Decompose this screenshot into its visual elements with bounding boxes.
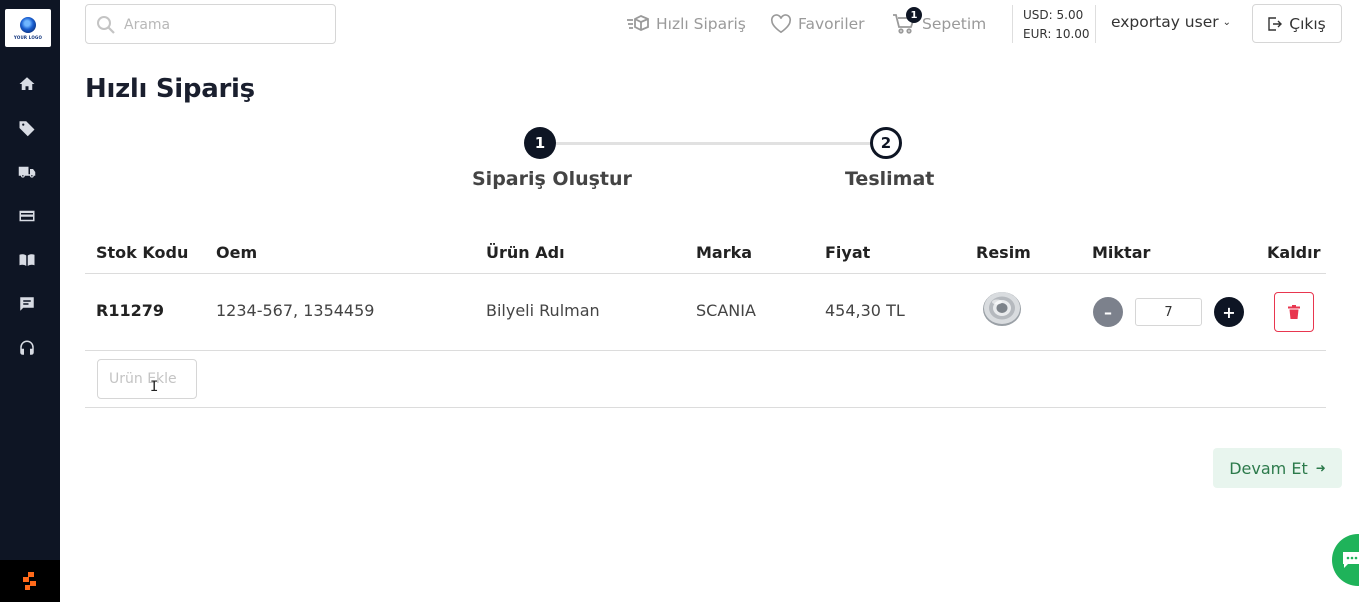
table-divider [85,350,1326,351]
step-1-number: 1 [524,127,556,159]
brand-mark-icon [23,572,36,590]
brand-logo[interactable]: YOUR LOGO [5,9,51,47]
header-divider [1012,5,1013,43]
quantity-decrease-button[interactable]: – [1093,297,1123,327]
row-price: 454,30 TL [825,301,905,320]
step-2-number: 2 [870,127,902,159]
col-remove: Kaldır [1267,243,1321,262]
col-brand: Marka [696,243,753,262]
add-product-input[interactable] [97,359,197,399]
row-brand: SCANIA [696,301,756,320]
page-title: Hızlı Sipariş [85,74,255,104]
col-image: Resim [976,243,1031,262]
text-cursor-icon: I [150,379,159,395]
quantity-increase-button[interactable]: + [1214,297,1244,327]
cart-label: Sepetim [922,15,987,33]
currency-rates: USD: 5.00 EUR: 10.00 [1023,6,1090,44]
quick-order-link[interactable]: Hızlı Sipariş [626,12,746,36]
quantity-input[interactable] [1135,298,1202,326]
arrow-right-icon: ➜ [1315,461,1326,475]
step-2-label: Teslimat [845,168,935,190]
col-stock-code: Stok Kodu [96,243,189,262]
col-price: Fiyat [825,243,871,262]
logout-icon [1268,16,1283,31]
chat-icon[interactable] [17,294,37,314]
cart-link[interactable]: 1 Sepetim [892,7,987,36]
usd-rate: USD: 5.00 [1023,8,1084,22]
quick-order-label: Hızlı Sipariş [656,15,746,33]
product-image-bearing [983,292,1021,326]
logo-text: YOUR LOGO [13,34,43,40]
sidebar-footer [0,560,60,602]
search-icon [97,16,115,34]
trash-icon [1288,305,1300,319]
col-product-name: Ürün Adı [486,243,565,262]
chevron-down-icon: ⌄ [1222,16,1232,28]
col-quantity: Miktar [1092,243,1151,262]
table-divider [85,273,1326,274]
home-icon[interactable] [17,74,37,94]
stepper-line [556,142,870,145]
sidebar: YOUR LOGO [0,0,60,602]
credit-card-icon[interactable] [17,206,37,226]
chat-bubble-icon [1343,552,1359,568]
col-oem: Oem [216,243,258,262]
remove-row-button[interactable] [1274,292,1314,332]
row-product-name: Bilyeli Rulman [486,301,600,320]
header-divider [1095,5,1096,43]
heart-icon [770,14,792,34]
chat-fab-button[interactable] [1332,534,1359,586]
user-menu[interactable]: exportay user ⌄ [1111,13,1231,31]
logout-button[interactable]: Çıkış [1252,4,1342,43]
quick-order-icon [627,15,649,31]
logout-label: Çıkış [1289,14,1326,33]
eur-rate: EUR: 10.00 [1023,27,1090,41]
truck-icon[interactable] [17,162,37,182]
cart-count-badge: 1 [906,7,922,23]
favorites-link[interactable]: Favoriler [770,12,865,36]
search-box[interactable] [85,4,336,44]
book-icon[interactable] [17,250,37,270]
step-1-label: Sipariş Oluştur [472,168,632,190]
row-oem: 1234-567, 1354459 [216,301,375,320]
favorites-label: Favoriler [798,15,865,33]
headset-icon[interactable] [17,338,37,358]
continue-label: Devam Et [1229,458,1308,478]
row-stock-code: R11279 [96,301,164,320]
search-input[interactable] [124,13,324,37]
user-name: exportay user [1111,13,1219,31]
tag-icon[interactable] [17,118,37,138]
continue-button[interactable]: Devam Et ➜ [1213,448,1342,488]
logo-globe-icon [20,16,36,33]
table-divider [85,407,1326,408]
